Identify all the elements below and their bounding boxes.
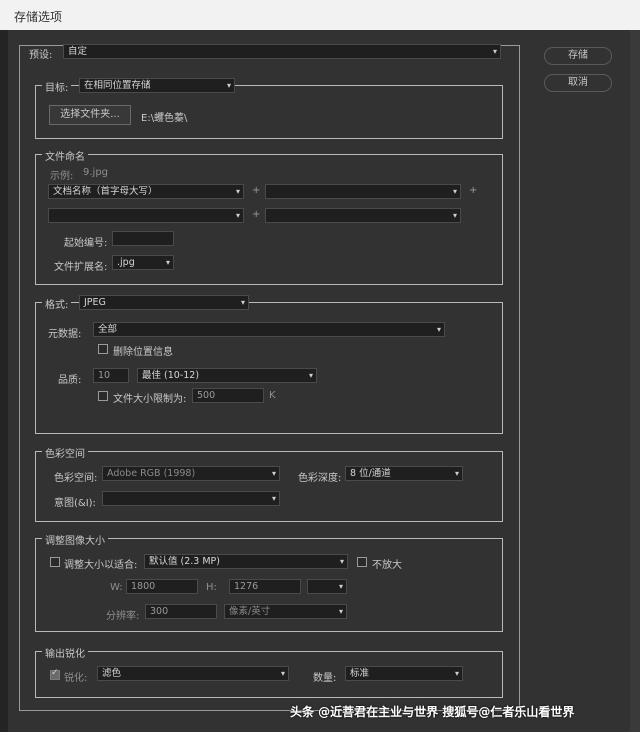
chevron-down-icon: ▾ [452, 211, 457, 220]
left-edge [0, 30, 8, 732]
color-depth-label: 色彩深度: [298, 473, 342, 484]
chevron-down-icon: ▾ [165, 258, 170, 267]
extension-select[interactable]: .jpg ▾ [112, 255, 174, 270]
limit-size-input[interactable]: 500 [192, 388, 264, 403]
format-label: 格式: [42, 296, 72, 311]
naming-field-1-value: 文档名称（首字母大写） [53, 186, 158, 197]
quality-input[interactable]: 10 [93, 368, 129, 383]
height-label: H: [206, 582, 217, 593]
target-select[interactable]: 在相同位置存储 ▾ [79, 78, 235, 93]
plus-icon: + [469, 185, 478, 196]
sharpen-select[interactable]: 滤色 ▾ [97, 666, 289, 681]
chevron-down-icon: ▾ [271, 469, 276, 478]
save-button[interactable]: 存储 [544, 47, 612, 65]
naming-field-1[interactable]: 文档名称（首字母大写） ▾ [48, 184, 244, 199]
plus-icon: + [252, 185, 261, 196]
naming-field-2[interactable]: ▾ [265, 184, 461, 199]
start-number-input[interactable] [112, 231, 174, 246]
chevron-down-icon: ▾ [436, 325, 441, 334]
start-number-label: 起始编号: [64, 238, 108, 249]
naming-field-3[interactable]: ▾ [48, 208, 244, 223]
chevron-down-icon: ▾ [454, 669, 459, 678]
extension-value: .jpg [117, 257, 135, 268]
color-space-value: Adobe RGB (1998) [107, 468, 196, 479]
plus-icon: + [252, 209, 261, 220]
chevron-down-icon: ▾ [280, 669, 285, 678]
chevron-down-icon: ▾ [492, 47, 497, 56]
color-space-legend: 色彩空间 [42, 445, 88, 460]
format-value: JPEG [84, 297, 106, 308]
color-depth-value: 8 位/通道 [350, 468, 391, 479]
resize-fit-value: 默认值 (2.3 MP) [149, 556, 220, 567]
naming-field-4[interactable]: ▾ [265, 208, 461, 223]
preset-label: 预设: [27, 46, 55, 61]
intent-label: 意图(&I): [54, 498, 96, 509]
size-unit-select[interactable]: ▾ [307, 579, 347, 594]
chevron-down-icon: ▾ [338, 582, 343, 591]
sharpen-value: 滤色 [102, 668, 122, 679]
no-enlarge-label: 不放大 [372, 560, 402, 571]
quality-preset-value: 最佳 (10-12) [142, 370, 200, 381]
color-depth-select[interactable]: 8 位/通道 ▾ [345, 466, 463, 481]
amount-select[interactable]: 标准 ▾ [345, 666, 463, 681]
chevron-down-icon: ▾ [338, 607, 343, 616]
sharpen-label: 锐化: [64, 673, 88, 684]
choose-folder-button[interactable]: 选择文件夹... [49, 105, 131, 125]
color-space-label: 色彩空间: [54, 473, 98, 484]
file-naming-legend: 文件命名 [42, 148, 88, 163]
chevron-down-icon: ▾ [235, 187, 240, 196]
remove-location-checkbox[interactable] [98, 344, 108, 354]
cancel-button[interactable]: 取消 [544, 74, 612, 92]
resize-fit-label: 调整大小以适合: [64, 560, 138, 571]
no-enlarge-checkbox[interactable] [357, 557, 367, 567]
dialog-title: 存储选项 [14, 10, 63, 24]
preset-value: 自定 [68, 46, 88, 57]
chevron-down-icon: ▾ [339, 557, 344, 566]
limit-size-checkbox[interactable] [98, 391, 108, 401]
target-label: 目标: [42, 79, 72, 94]
chevron-down-icon: ▾ [452, 187, 457, 196]
chevron-down-icon: ▾ [271, 494, 276, 503]
metadata-select[interactable]: 全部 ▾ [93, 322, 445, 337]
limit-size-label: 文件大小限制为: [113, 394, 187, 405]
resolution-unit-select[interactable]: 像素/英寸 ▾ [224, 604, 347, 619]
chevron-down-icon: ▾ [240, 298, 245, 307]
resolution-label: 分辨率: [106, 611, 140, 622]
resize-checkbox[interactable] [50, 557, 60, 567]
metadata-label: 元数据: [48, 329, 82, 340]
intent-select[interactable]: ▾ [102, 491, 280, 506]
chevron-down-icon: ▾ [308, 371, 313, 380]
watermark-text: 头条 @近菩君在主业与世界 搜狐号@仁者乐山看世界 [290, 705, 575, 719]
example-value: 9.jpg [83, 167, 109, 178]
color-space-select[interactable]: Adobe RGB (1998) ▾ [102, 466, 280, 481]
color-space-group [35, 451, 503, 522]
resolution-unit-value: 像素/英寸 [229, 606, 271, 617]
width-label: W: [110, 582, 123, 593]
sharpen-checkbox[interactable] [50, 668, 60, 680]
resize-fit-select[interactable]: 默认值 (2.3 MP) ▾ [144, 554, 348, 569]
metadata-value: 全部 [98, 324, 118, 335]
limit-size-unit: K [269, 390, 276, 401]
extension-label: 文件扩展名: [54, 262, 108, 273]
target-value: 在相同位置存储 [84, 80, 151, 91]
sharpen-legend: 输出锐化 [42, 645, 88, 660]
quality-label: 品质: [58, 375, 82, 386]
target-path: E:\蠼色蓁\ [141, 113, 188, 124]
right-edge [630, 30, 640, 732]
format-select[interactable]: JPEG ▾ [79, 295, 249, 310]
quality-preset-select[interactable]: 最佳 (10-12) ▾ [137, 368, 317, 383]
chevron-down-icon: ▾ [226, 81, 231, 90]
chevron-down-icon: ▾ [235, 211, 240, 220]
preset-select[interactable]: 自定 ▾ [63, 44, 501, 59]
remove-location-label: 删除位置信息 [113, 347, 173, 358]
amount-value: 标准 [350, 668, 370, 679]
title-bar: 存储选项 [0, 0, 640, 31]
height-input[interactable]: 1276 [229, 579, 301, 594]
resize-legend: 调整图像大小 [42, 532, 108, 547]
example-label: 示例: [50, 171, 74, 182]
width-input[interactable]: 1800 [126, 579, 198, 594]
chevron-down-icon: ▾ [454, 469, 459, 478]
amount-label: 数量: [313, 673, 337, 684]
resolution-input[interactable]: 300 [145, 604, 217, 619]
